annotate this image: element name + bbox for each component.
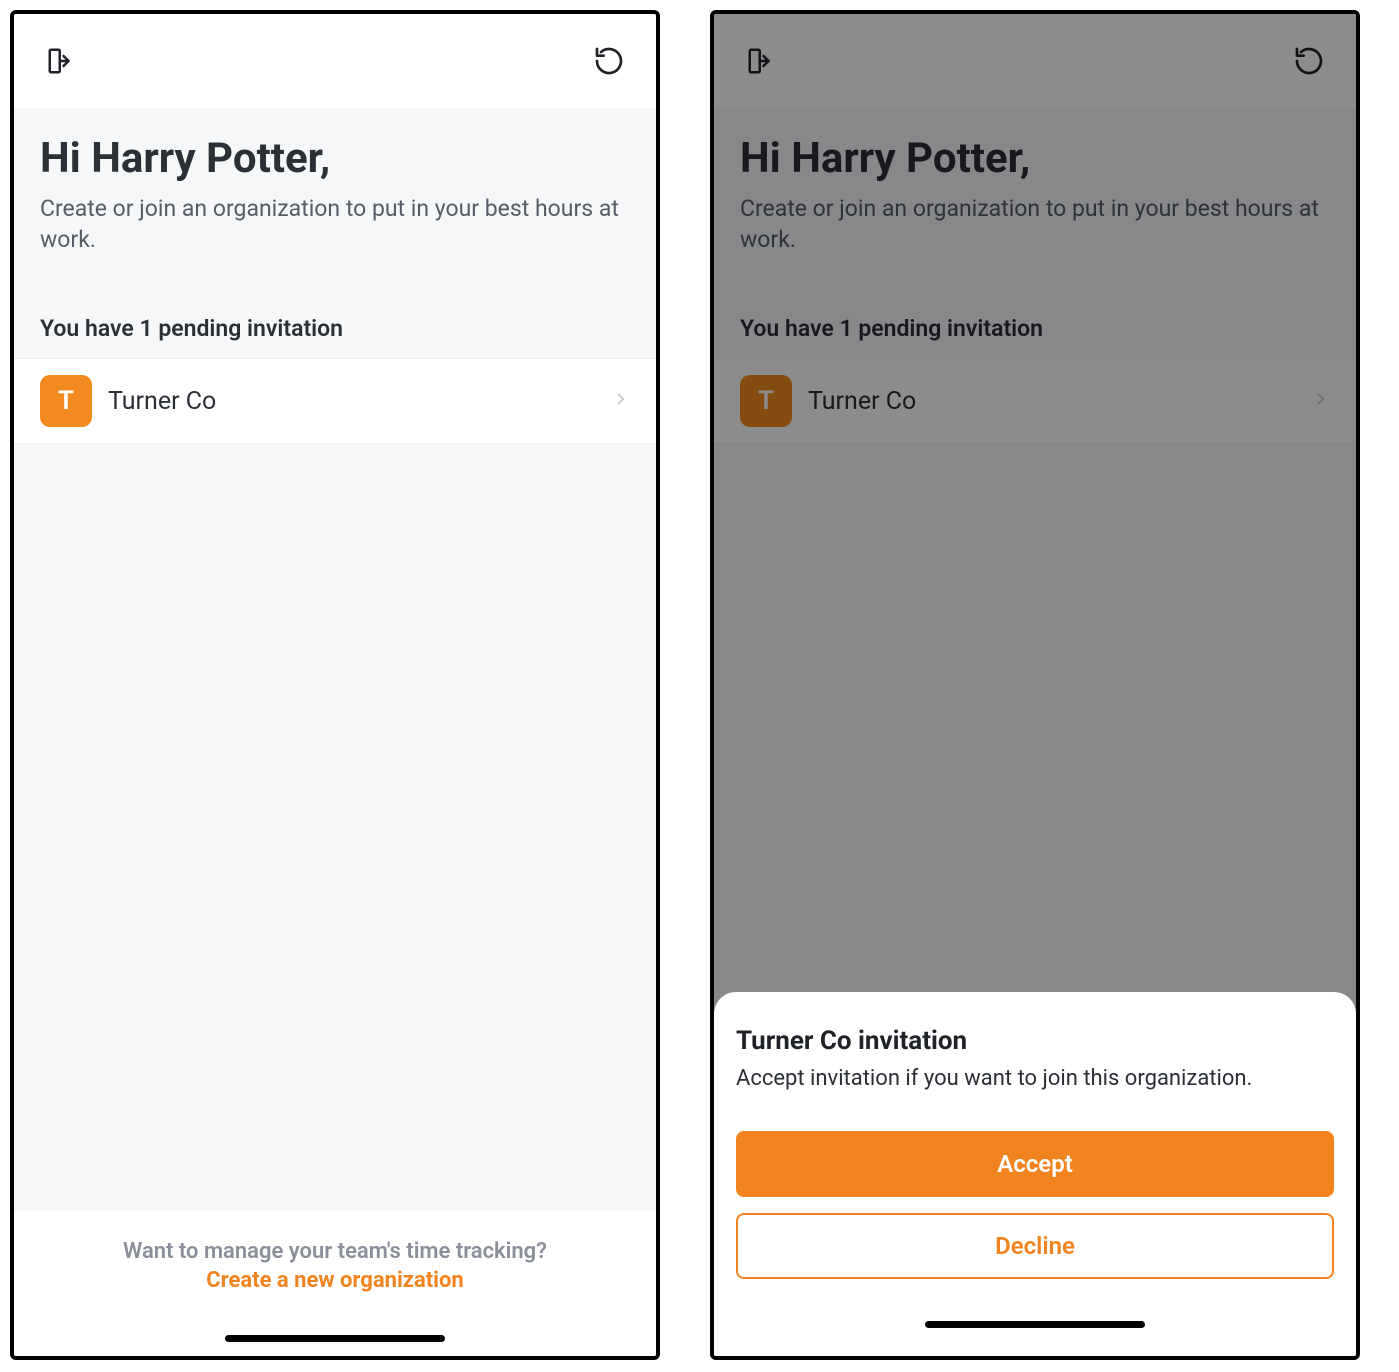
content-spacer [14,444,656,1211]
top-bar [14,14,656,108]
invitation-row-turner-co[interactable]: T Turner Co [14,358,656,444]
org-avatar: T [40,375,92,427]
footer-question: Want to manage your team's time tracking… [40,1239,630,1264]
home-indicator [925,1321,1145,1328]
create-organization-link[interactable]: Create a new organization [40,1268,630,1293]
greeting-subtitle: Create or join an organization to put in… [40,193,630,255]
accept-button[interactable]: Accept [736,1131,1334,1197]
logout-icon[interactable] [42,42,80,80]
greeting-header: Hi Harry Potter, Create or join an organ… [14,108,656,265]
home-indicator [225,1335,445,1342]
footer: Want to manage your team's time tracking… [14,1211,656,1356]
invitation-action-sheet: Turner Co invitation Accept invitation i… [714,992,1356,1356]
org-name-label: Turner Co [108,387,596,416]
phone-screen-invitations: Hi Harry Potter, Create or join an organ… [10,10,660,1360]
decline-button[interactable]: Decline [736,1213,1334,1279]
refresh-icon[interactable] [590,42,628,80]
pending-invitation-label: You have 1 pending invitation [14,265,656,358]
chevron-right-icon [612,387,630,415]
greeting-title: Hi Harry Potter, [40,134,630,183]
phone-screen-invitation-sheet: Hi Harry Potter, Create or join an organ… [710,10,1360,1360]
sheet-description: Accept invitation if you want to join th… [736,1066,1334,1091]
sheet-title: Turner Co invitation [736,1026,1334,1056]
